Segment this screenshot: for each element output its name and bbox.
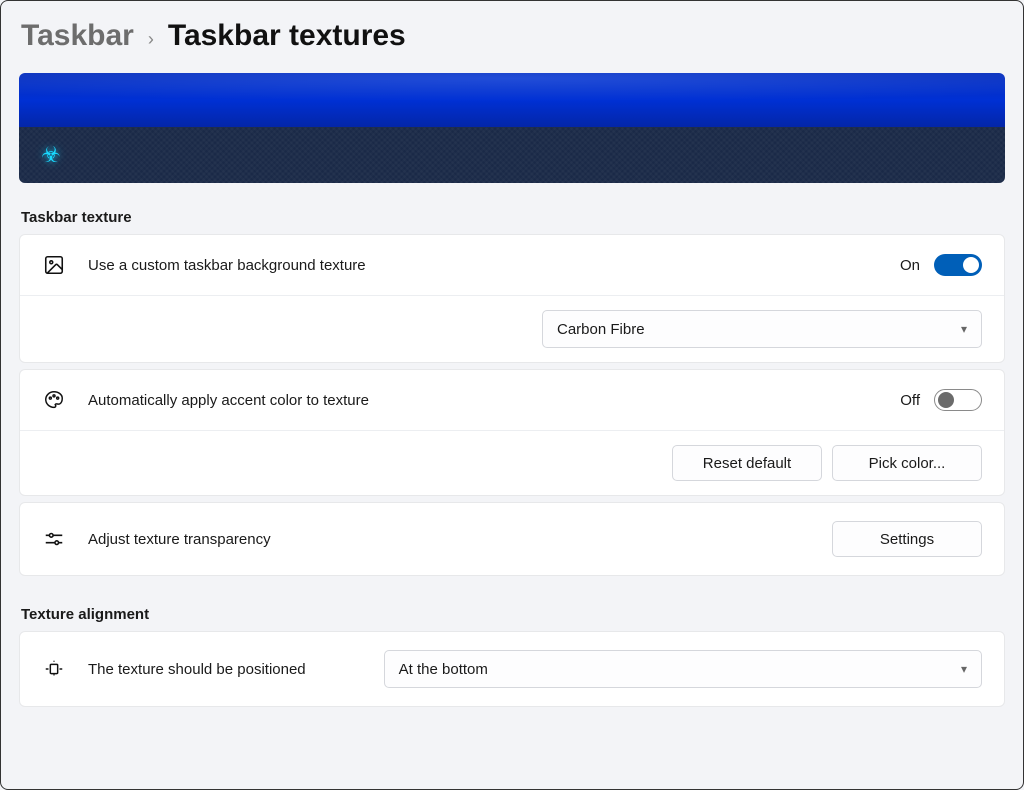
taskbar-preview-bar: ☣ [19,127,1005,183]
sliders-icon [42,527,66,551]
accent-toggle[interactable] [934,389,982,411]
use-custom-state: On [900,257,920,274]
alignment-select-value: At the bottom [399,661,488,678]
row-accent: Automatically apply accent color to text… [20,370,1004,430]
align-icon [42,657,66,681]
breadcrumb: Taskbar › Taskbar textures [19,19,1005,53]
wallpaper-preview [19,73,1005,127]
chevron-down-icon: ▾ [961,322,967,336]
card-use-custom-texture: Use a custom taskbar background texture … [19,234,1005,363]
reset-default-button[interactable]: Reset default [672,445,822,481]
accent-toggle-group: Off [900,389,982,411]
palette-icon [42,388,66,412]
chevron-right-icon: › [148,29,154,50]
use-custom-toggle[interactable] [934,254,982,276]
card-accent-color: Automatically apply accent color to text… [19,369,1005,496]
row-transparency: Adjust texture transparency Settings [20,503,1004,575]
section-title-alignment: Texture alignment [19,606,1005,623]
alignment-label: The texture should be positioned [88,661,306,678]
section-title-texture: Taskbar texture [19,209,1005,226]
breadcrumb-current: Taskbar textures [168,19,406,53]
taskbar-preview: ☣ [19,73,1005,183]
chevron-down-icon: ▾ [961,662,967,676]
transparency-label: Adjust texture transparency [88,531,271,548]
row-accent-buttons: Reset default Pick color... [20,430,1004,495]
use-custom-toggle-group: On [900,254,982,276]
row-use-custom: Use a custom taskbar background texture … [20,235,1004,295]
texture-select[interactable]: Carbon Fibre ▾ [542,310,982,348]
accent-label: Automatically apply accent color to text… [88,392,369,409]
row-texture-select: Carbon Fibre ▾ [20,295,1004,362]
card-transparency: Adjust texture transparency Settings [19,502,1005,576]
use-custom-label: Use a custom taskbar background texture [88,257,366,274]
transparency-settings-button[interactable]: Settings [832,521,982,557]
biohazard-icon: ☣ [41,142,61,168]
row-alignment: The texture should be positioned At the … [20,632,1004,706]
texture-select-value: Carbon Fibre [557,321,645,338]
card-alignment: The texture should be positioned At the … [19,631,1005,707]
image-icon [42,253,66,277]
breadcrumb-root[interactable]: Taskbar [21,19,134,53]
accent-state: Off [900,392,920,409]
pick-color-button[interactable]: Pick color... [832,445,982,481]
settings-page: Taskbar › Taskbar textures ☣ Taskbar tex… [1,1,1023,731]
alignment-select[interactable]: At the bottom ▾ [384,650,982,688]
